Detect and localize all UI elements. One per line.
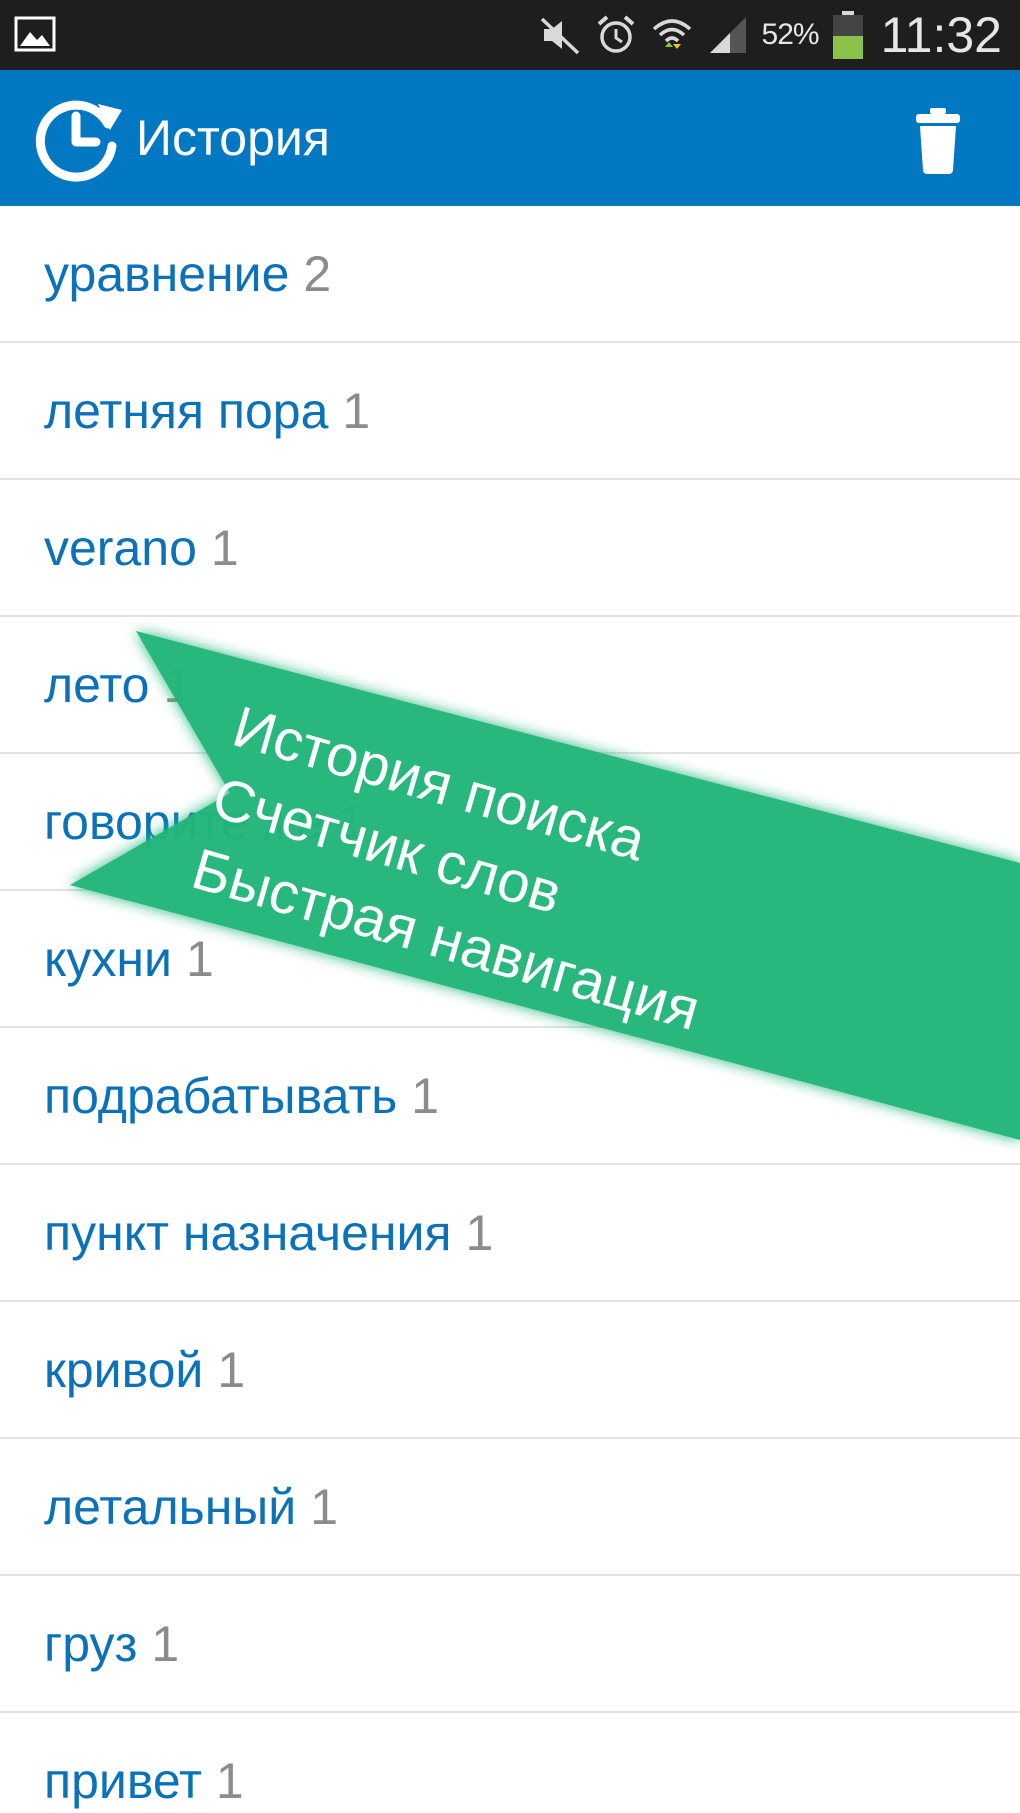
gallery-icon xyxy=(14,16,56,52)
wifi-icon xyxy=(652,19,691,49)
history-word: подрабатывать xyxy=(44,1067,398,1124)
mute-icon xyxy=(540,17,579,55)
history-word: летняя пора xyxy=(44,382,329,439)
signal-icon xyxy=(709,17,746,53)
history-item[interactable]: говорите же 1 xyxy=(0,754,1020,891)
history-word: летальный xyxy=(44,1478,297,1535)
history-item[interactable]: лето 1 xyxy=(0,617,1020,754)
history-count: 1 xyxy=(217,1341,246,1398)
history-word: привет xyxy=(44,1752,202,1809)
history-list: уравнение 2 летняя пора 1 verano 1 лето … xyxy=(0,206,1020,1813)
app-bar: История xyxy=(0,70,1020,206)
history-item[interactable]: летняя пора 1 xyxy=(0,343,1020,480)
history-word: кривой xyxy=(44,1341,204,1398)
history-item[interactable]: verano 1 xyxy=(0,480,1020,617)
history-count: 1 xyxy=(210,519,239,576)
history-word: кухни xyxy=(44,930,172,987)
history-item[interactable]: подрабатывать 1 xyxy=(0,1028,1020,1165)
history-item[interactable]: уравнение 2 xyxy=(0,206,1020,343)
trash-icon[interactable] xyxy=(906,106,970,176)
history-word: уравнение xyxy=(44,245,290,302)
history-count: 1 xyxy=(411,1067,440,1124)
history-word: verano xyxy=(44,519,197,576)
app-screen: 52% 11:32 История уравнение 2 летняя пор… xyxy=(0,0,1020,1813)
history-count: 1 xyxy=(465,1204,494,1261)
history-count: 1 xyxy=(215,1752,244,1809)
battery-percent: 52% xyxy=(761,18,820,51)
history-word: пункт назначения xyxy=(44,1204,452,1261)
history-count: 1 xyxy=(342,382,371,439)
history-count: 1 xyxy=(310,1478,338,1535)
history-count: 1 xyxy=(151,1615,180,1672)
status-icons: 52% 11:32 xyxy=(538,0,1002,70)
history-count: 1 xyxy=(185,930,214,987)
alarm-icon xyxy=(597,15,634,53)
history-item[interactable]: кривой 1 xyxy=(0,1302,1020,1439)
history-word: груз xyxy=(44,1615,138,1672)
history-word: лето xyxy=(44,656,150,713)
history-word: говорите же xyxy=(44,793,324,850)
history-item[interactable]: летальный 1 xyxy=(0,1439,1020,1576)
history-item[interactable]: привет 1 xyxy=(0,1713,1020,1813)
history-count: 2 xyxy=(303,245,332,302)
history-item[interactable]: пункт назначения 1 xyxy=(0,1165,1020,1302)
history-item[interactable]: груз 1 xyxy=(0,1576,1020,1713)
history-count: 1 xyxy=(337,793,366,850)
battery-icon xyxy=(832,11,863,59)
history-count: 1 xyxy=(163,656,192,713)
status-bar: 52% 11:32 xyxy=(0,0,1020,70)
page-title: История xyxy=(136,110,330,166)
history-refresh-icon[interactable] xyxy=(30,90,126,186)
clock: 11:32 xyxy=(880,7,1002,63)
history-item[interactable]: кухни 1 xyxy=(0,891,1020,1028)
